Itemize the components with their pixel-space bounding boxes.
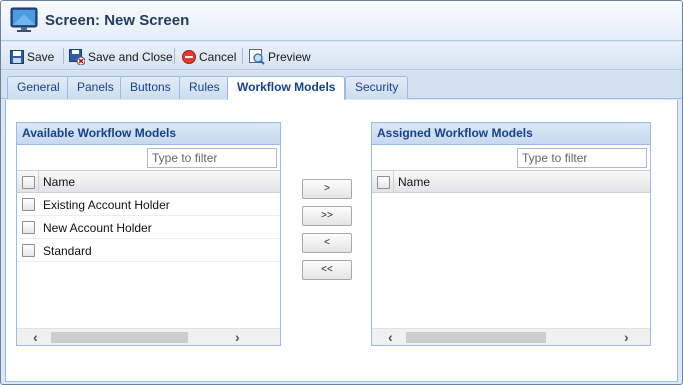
column-separator <box>393 171 394 193</box>
row-name: Standard <box>43 244 92 258</box>
floppy-disk-icon <box>10 49 24 64</box>
cancel-circle-icon <box>182 49 196 64</box>
assigned-horizontal-scrollbar[interactable]: ‹ › <box>372 328 650 345</box>
list-item[interactable]: Standard <box>17 239 280 262</box>
save-and-close-button[interactable]: Save and Close <box>69 46 173 67</box>
assigned-panel-header: Assigned Workflow Models <box>372 123 650 145</box>
scrollbar-thumb[interactable] <box>406 332 546 343</box>
preview-button[interactable]: Preview <box>249 46 311 67</box>
toolbar: Save Save and Close Cancel Preview <box>1 42 682 70</box>
available-horizontal-scrollbar[interactable]: ‹ › <box>17 328 280 345</box>
available-filter-row <box>17 145 280 171</box>
assigned-filter-row <box>372 145 650 171</box>
tab-buttons[interactable]: Buttons <box>120 76 181 99</box>
save-and-close-label: Save and Close <box>88 49 173 64</box>
preview-icon <box>249 48 265 65</box>
cancel-label: Cancel <box>199 49 237 64</box>
toolbar-separator <box>63 48 64 64</box>
tab-rules[interactable]: Rules <box>179 76 230 99</box>
cancel-button[interactable]: Cancel <box>182 46 236 67</box>
save-button[interactable]: Save <box>10 46 54 67</box>
scrollbar-thumb[interactable] <box>51 332 188 343</box>
save-label: Save <box>27 49 55 64</box>
assigned-filter-input[interactable] <box>517 148 647 168</box>
assigned-select-all-checkbox[interactable] <box>377 176 390 189</box>
assigned-name-column-header[interactable]: Name <box>398 175 430 189</box>
row-checkbox[interactable] <box>22 198 35 211</box>
tab-panels[interactable]: Panels <box>67 76 124 99</box>
scroll-right-icon[interactable]: › <box>624 330 629 344</box>
tab-general[interactable]: General <box>7 76 70 99</box>
screen-editor-window: Screen: New Screen Save Save and Close C… <box>0 0 683 385</box>
scroll-left-icon[interactable]: ‹ <box>388 330 393 344</box>
workflow-models-content: Available Workflow Models Name Existing … <box>5 100 678 382</box>
column-separator <box>38 171 39 193</box>
list-item[interactable]: New Account Holder <box>17 216 280 239</box>
row-name: New Account Holder <box>43 221 152 235</box>
available-grid-header: Name <box>17 171 280 193</box>
save-close-icon <box>69 48 85 65</box>
row-checkbox[interactable] <box>22 244 35 257</box>
toolbar-separator <box>174 48 175 64</box>
add-one-button[interactable]: > <box>302 179 352 199</box>
window-title: Screen: New Screen <box>45 12 190 29</box>
tab-security[interactable]: Security <box>345 76 409 99</box>
monitor-icon <box>10 6 38 34</box>
toolbar-separator <box>242 48 243 64</box>
row-checkbox[interactable] <box>22 221 35 234</box>
available-name-column-header[interactable]: Name <box>43 175 75 189</box>
remove-one-button[interactable]: < <box>302 233 352 253</box>
assigned-grid-header: Name <box>372 171 650 193</box>
available-workflow-models-panel: Available Workflow Models Name Existing … <box>16 122 281 346</box>
remove-all-button[interactable]: << <box>302 260 352 280</box>
assigned-workflow-models-panel: Assigned Workflow Models Name ‹ › <box>371 122 651 346</box>
available-select-all-checkbox[interactable] <box>22 176 35 189</box>
available-filter-input[interactable] <box>147 148 277 168</box>
add-all-button[interactable]: >> <box>302 206 352 226</box>
scroll-right-icon[interactable]: › <box>235 330 240 344</box>
preview-label: Preview <box>268 49 311 64</box>
tab-bar: General Panels Buttons Rules Workflow Mo… <box>1 71 682 100</box>
title-bar: Screen: New Screen <box>1 1 682 41</box>
row-name: Existing Account Holder <box>43 198 170 212</box>
list-item[interactable]: Existing Account Holder <box>17 193 280 216</box>
available-panel-header: Available Workflow Models <box>17 123 280 145</box>
scroll-left-icon[interactable]: ‹ <box>33 330 38 344</box>
tab-workflow-models[interactable]: Workflow Models <box>227 76 346 100</box>
